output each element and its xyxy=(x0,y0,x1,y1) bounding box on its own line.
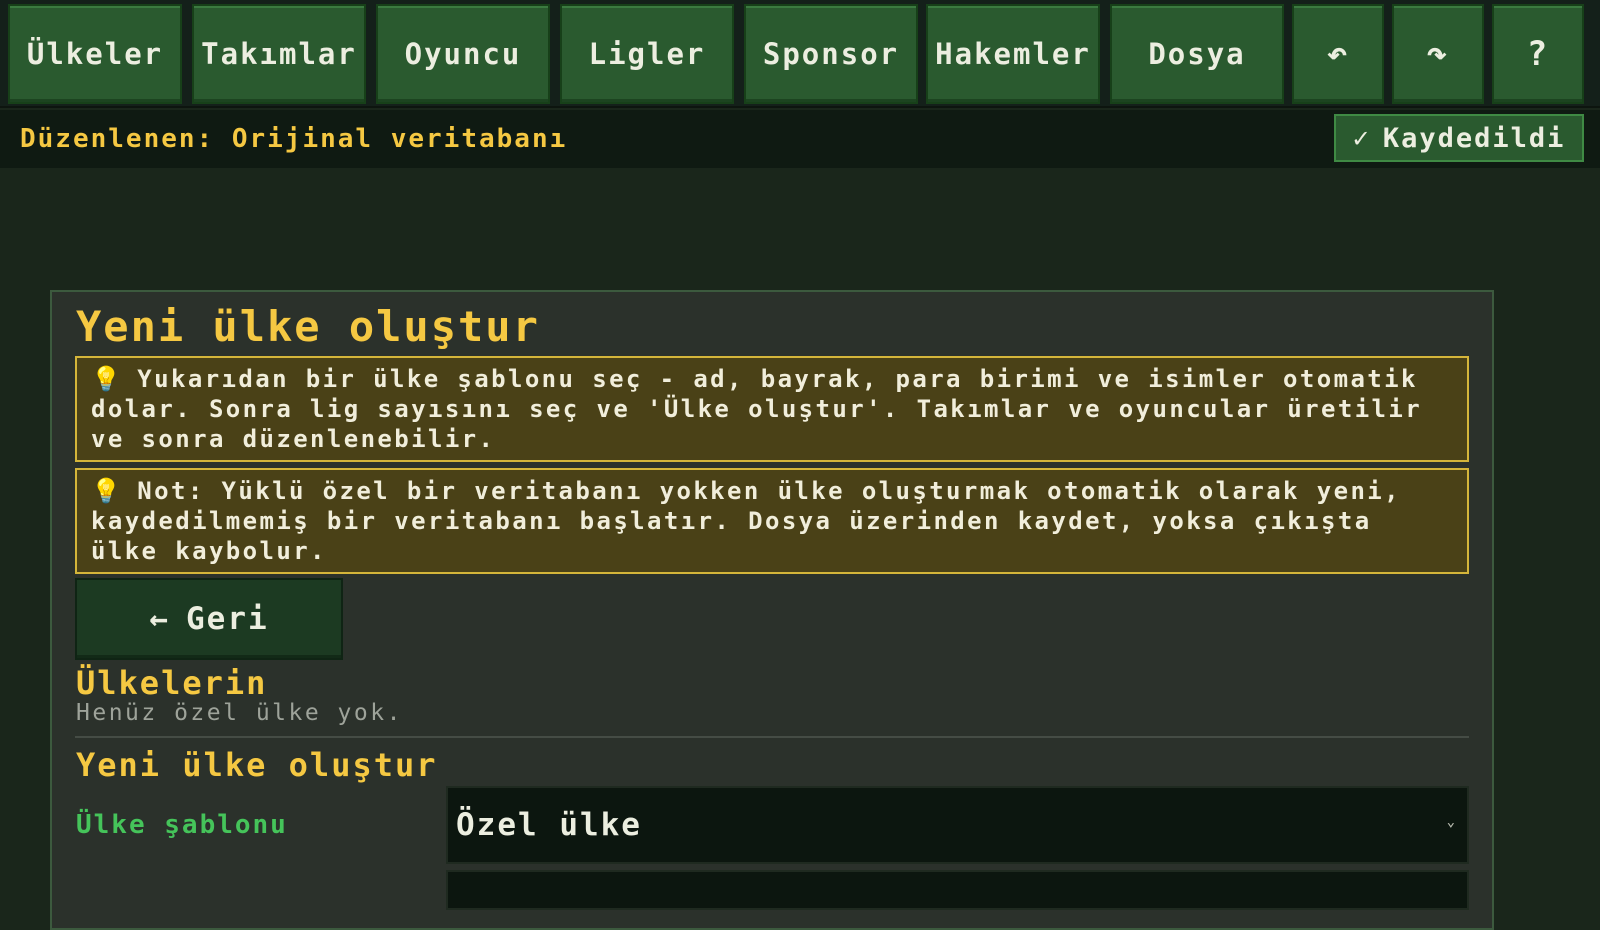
editing-status: Düzenlenen: Orijinal veritabanı xyxy=(20,124,568,154)
template-select[interactable]: Özel ülke ⌄ xyxy=(446,786,1469,864)
top-toolbar: Ülkeler Takımlar Oyuncu Ligler Sponsor H… xyxy=(0,0,1600,108)
undo-icon: ↶ xyxy=(1326,34,1350,74)
saved-label: Kaydedildi xyxy=(1382,122,1566,154)
tab-players[interactable]: Oyuncu xyxy=(376,4,550,104)
lightbulb-icon: 💡 xyxy=(91,365,124,393)
tab-countries[interactable]: Ülkeler xyxy=(8,4,182,104)
notice-text: Yukarıdan bir ülke şablonu seç - ad, bay… xyxy=(91,365,1423,453)
redo-button[interactable]: ↷ xyxy=(1392,4,1484,104)
info-notice: 💡 Yukarıdan bir ülke şablonu seç - ad, ba… xyxy=(75,356,1469,462)
arrow-left-icon: ← xyxy=(149,601,170,637)
empty-countries-text: Henüz özel ülke yok. xyxy=(76,700,403,726)
page-title: Yeni ülke oluştur xyxy=(76,302,540,351)
notice-text: Not: Yüklü özel bir veritabanı yokken ül… xyxy=(91,477,1401,565)
undo-button[interactable]: ↶ xyxy=(1292,4,1384,104)
redo-icon: ↷ xyxy=(1426,34,1450,74)
lightbulb-icon: 💡 xyxy=(91,477,124,505)
create-heading: Yeni ülke oluştur xyxy=(76,746,438,784)
saved-badge: ✓ Kaydedildi xyxy=(1334,114,1584,162)
next-select[interactable] xyxy=(446,870,1469,910)
divider xyxy=(75,736,1469,738)
help-icon: ? xyxy=(1526,34,1550,74)
template-label: Ülke şablonu xyxy=(76,810,288,840)
back-button[interactable]: ← Geri xyxy=(75,578,343,660)
tab-sponsor[interactable]: Sponsor xyxy=(744,4,918,104)
check-icon: ✓ xyxy=(1352,122,1371,154)
chevron-down-icon: ⌄ xyxy=(1446,814,1457,830)
tab-leagues[interactable]: Ligler xyxy=(560,4,734,104)
template-value: Özel ülke xyxy=(456,807,642,843)
countries-heading: Ülkelerin xyxy=(76,664,268,702)
help-button[interactable]: ? xyxy=(1492,4,1584,104)
warning-notice: 💡 Not: Yüklü özel bir veritabanı yokken ü… xyxy=(75,468,1469,574)
tab-teams[interactable]: Takımlar xyxy=(192,4,366,104)
tab-file[interactable]: Dosya xyxy=(1110,4,1284,104)
back-label: Geri xyxy=(186,601,269,637)
tab-referees[interactable]: Hakemler xyxy=(926,4,1100,104)
